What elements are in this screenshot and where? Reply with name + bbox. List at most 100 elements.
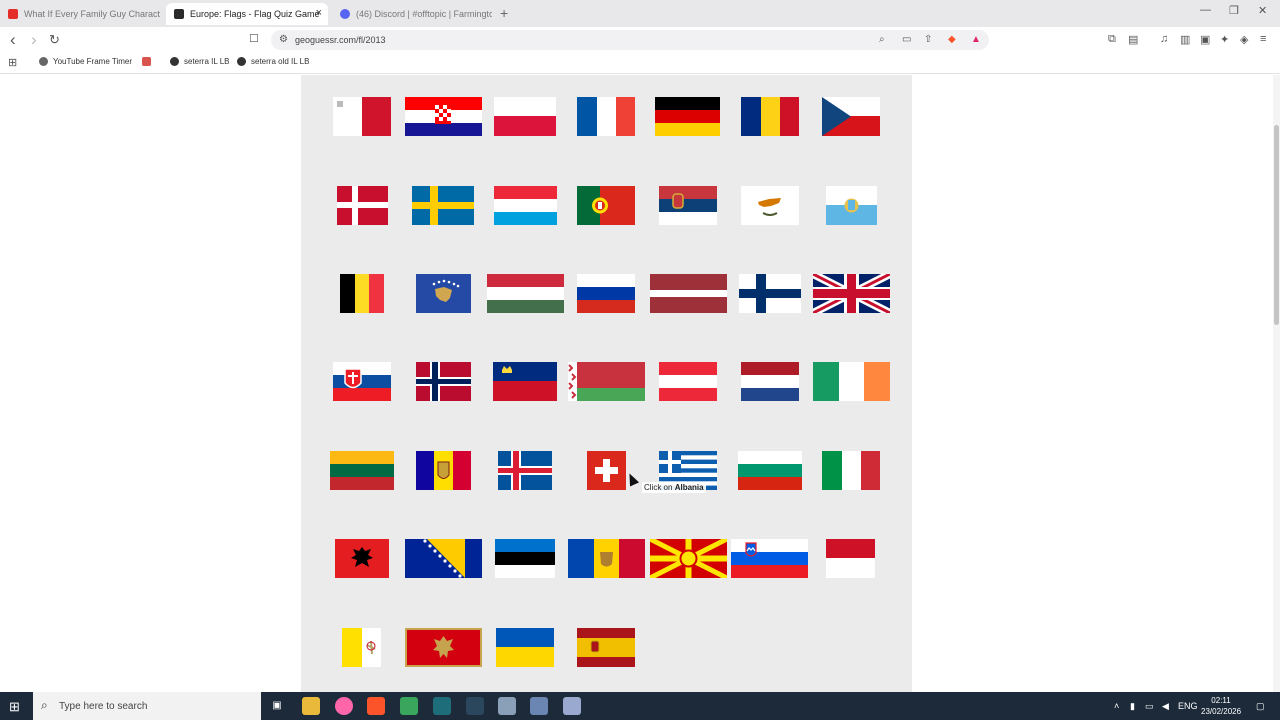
address-bar[interactable]: ⚙ geoguessr.com/fl/2013 ⌕ ▭ ⇧ ◆ ▲ xyxy=(271,30,989,50)
flag-andorra[interactable] xyxy=(416,451,471,490)
forward-button[interactable]: › xyxy=(31,30,37,50)
discord-icon[interactable] xyxy=(400,697,418,715)
flag-romania[interactable] xyxy=(741,97,799,136)
steam-icon[interactable] xyxy=(466,697,484,715)
taskbar-search[interactable]: ⌕ Type here to search xyxy=(33,692,261,720)
flag-latvia[interactable] xyxy=(650,274,727,313)
flag-hungary[interactable] xyxy=(487,274,564,313)
flag-austria[interactable] xyxy=(659,362,717,401)
flag-slovakia[interactable] xyxy=(333,362,391,401)
microphone-icon[interactable]: ▮ xyxy=(1130,701,1135,712)
tab-discord[interactable]: (46) Discord | #offtopic | Farmington xyxy=(332,3,492,25)
tab-youtube[interactable]: What If Every Family Guy Character W xyxy=(0,3,160,25)
reader-icon[interactable]: ▤ xyxy=(1128,33,1138,46)
flag-north-macedonia[interactable] xyxy=(650,539,727,578)
minimize-button[interactable]: — xyxy=(1200,4,1211,16)
wallet-icon[interactable]: ▣ xyxy=(1200,33,1210,46)
brave-rewards-icon[interactable]: ▲ xyxy=(971,34,981,45)
flag-bosnia-and-herzegovina[interactable] xyxy=(405,539,482,578)
flag-spain[interactable] xyxy=(577,628,635,667)
menu-icon[interactable]: ≡ xyxy=(1260,33,1266,45)
bookmark-seterra-il-lb[interactable]: seterra IL LB xyxy=(170,57,230,66)
flag-vatican-city[interactable] xyxy=(342,628,381,667)
flag-switzerland[interactable] xyxy=(587,451,626,490)
language-indicator[interactable]: ENG xyxy=(1178,701,1198,711)
brave-icon[interactable] xyxy=(367,697,385,715)
flag-ireland[interactable] xyxy=(813,362,890,401)
install-app-icon[interactable]: ▭ xyxy=(902,34,911,45)
app-window-icon[interactable] xyxy=(498,697,516,715)
vpn-icon[interactable]: ◈ xyxy=(1240,33,1248,46)
osu-icon[interactable] xyxy=(335,697,353,715)
flag-iceland[interactable] xyxy=(498,451,552,490)
zoom-icon[interactable]: ⌕ xyxy=(879,34,885,45)
flag-lithuania[interactable] xyxy=(330,451,394,490)
volume-icon[interactable]: ◀ xyxy=(1162,701,1169,712)
flag-belgium[interactable] xyxy=(340,274,384,313)
back-button[interactable]: ‹ xyxy=(10,30,16,50)
brave-shields-icon[interactable]: ◆ xyxy=(948,34,956,45)
close-window-button[interactable]: ✕ xyxy=(1258,4,1267,17)
flag-moldova[interactable] xyxy=(568,539,645,578)
reload-button[interactable]: ↻ xyxy=(49,32,60,48)
flag-liechtenstein[interactable] xyxy=(493,362,557,401)
extensions-icon[interactable]: ⧉ xyxy=(1108,33,1116,46)
apps-grid-icon[interactable]: ⊞ xyxy=(8,56,17,69)
windows-start-icon[interactable]: ⊞ xyxy=(9,699,20,715)
flag-sweden[interactable] xyxy=(412,186,474,225)
close-tab-icon[interactable]: × xyxy=(316,7,322,19)
flag-portugal[interactable] xyxy=(577,186,635,225)
flag-russia[interactable] xyxy=(577,274,635,313)
bookmark-game-icon[interactable] xyxy=(142,57,156,66)
flag-norway[interactable] xyxy=(416,362,471,401)
task-view-icon[interactable]: ▣ xyxy=(268,697,286,715)
flag-finland[interactable] xyxy=(739,274,801,313)
flag-albania[interactable] xyxy=(335,539,389,578)
flag-serbia[interactable] xyxy=(659,186,717,225)
flag-san-marino[interactable] xyxy=(826,186,877,225)
flag-poland[interactable] xyxy=(494,97,556,136)
network-icon[interactable]: ▭ xyxy=(1145,701,1154,712)
scrollbar-thumb[interactable] xyxy=(1274,125,1279,325)
flag-bulgaria[interactable] xyxy=(738,451,802,490)
flag-malta[interactable] xyxy=(333,97,391,136)
flag-montenegro[interactable] xyxy=(405,628,482,667)
flag-france[interactable] xyxy=(577,97,635,136)
taskbar: ⊞ ⌕ Type here to search ▣ ˄ ▮ ▭ ◀ ENG 02… xyxy=(0,692,1280,720)
page-scrollbar[interactable] xyxy=(1273,75,1280,692)
flag-belarus[interactable] xyxy=(568,362,645,401)
restore-button[interactable]: ❐ xyxy=(1229,4,1239,17)
media-icon[interactable]: ♫ xyxy=(1160,33,1168,45)
bookmark-youtube-frame-timer[interactable]: YouTube Frame Timer xyxy=(39,57,132,66)
clock-date: 23/02/2026 xyxy=(1201,707,1242,716)
flag-monaco[interactable] xyxy=(826,539,875,578)
flag-denmark[interactable] xyxy=(337,186,388,225)
flag-united-kingdom[interactable] xyxy=(813,274,890,313)
bookmark-seterra-old-il-lb[interactable]: seterra old IL LB xyxy=(237,57,309,66)
site-info-icon[interactable]: ⚙ xyxy=(279,34,288,45)
tab-flag-quiz[interactable]: Europe: Flags - Flag Quiz Game × xyxy=(166,3,328,25)
app-window-icon[interactable] xyxy=(530,697,548,715)
new-tab-button[interactable]: + xyxy=(500,5,508,21)
system-clock[interactable]: 02:11 23/02/2026 xyxy=(1201,695,1241,717)
flag-slovenia[interactable] xyxy=(731,539,808,578)
leo-ai-icon[interactable]: ✦ xyxy=(1220,33,1229,46)
flag-netherlands[interactable] xyxy=(741,362,799,401)
file-explorer-icon[interactable] xyxy=(302,697,320,715)
flag-czechia[interactable] xyxy=(822,97,880,136)
sidebar-icon[interactable]: ▥ xyxy=(1180,33,1190,46)
flag-germany[interactable] xyxy=(655,97,720,136)
bookmark-page-icon[interactable]: ☐ xyxy=(249,32,259,45)
flag-estonia[interactable] xyxy=(495,539,555,578)
tray-overflow-icon[interactable]: ˄ xyxy=(1114,701,1119,711)
app-window-icon[interactable] xyxy=(563,697,581,715)
share-icon[interactable]: ⇧ xyxy=(924,34,932,45)
flag-cyprus[interactable] xyxy=(741,186,799,225)
flag-kosovo[interactable] xyxy=(416,274,471,313)
app-icon[interactable] xyxy=(433,697,451,715)
flag-italy[interactable] xyxy=(822,451,880,490)
flag-ukraine[interactable] xyxy=(496,628,554,667)
notifications-icon[interactable]: ▢ xyxy=(1256,701,1265,712)
flag-croatia[interactable] xyxy=(405,97,482,136)
flag-luxembourg[interactable] xyxy=(494,186,557,225)
